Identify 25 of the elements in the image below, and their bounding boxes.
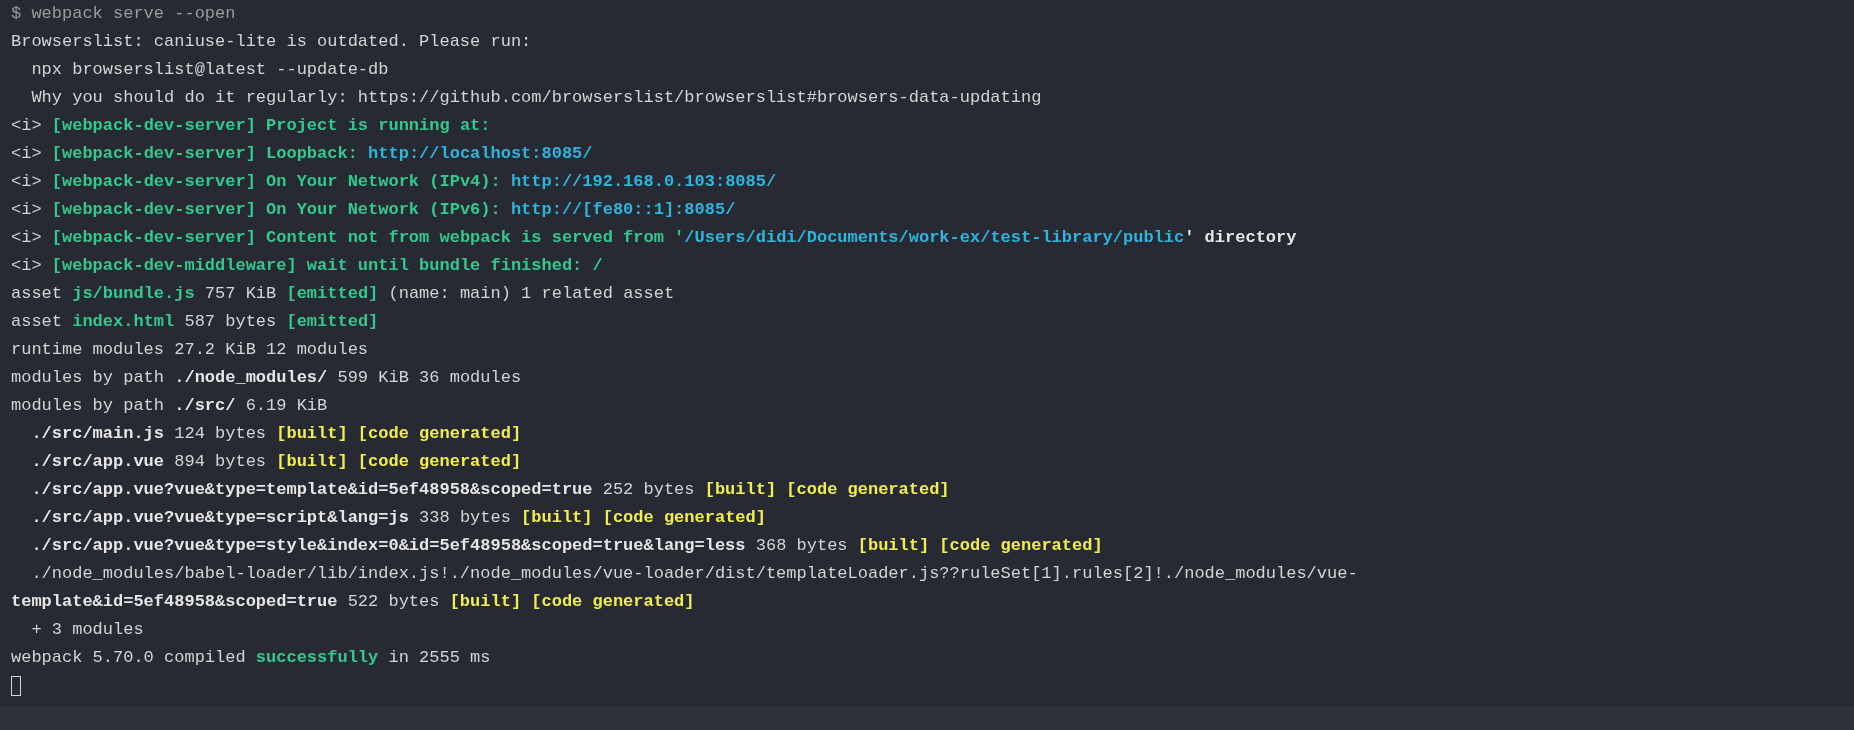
terminal-line: Browserslist: caniuse-lite is outdated. Please run: [11, 31, 533, 53]
terminal-line: Why you should do it regularly: https://github.com/browserslist/browserslist#browsers-data-updating [30, 87, 1043, 109]
terminal-line: npx browserslist@latest --update-db [30, 59, 390, 81]
terminal-line: + 3 modules [30, 619, 145, 641]
terminal-line: <i> [webpack-dev-server] Project is running at: [11, 115, 492, 137]
terminal-line: webpack 5.70.0 compiled successfully in 2555 ms [11, 647, 492, 669]
terminal-line: modules by path ./src/ 6.19 KiB [11, 395, 329, 417]
terminal-line: <i> [webpack-dev-server] Loopback: http://localhost:8085/ [11, 143, 594, 165]
terminal-line: ./src/main.js 124 bytes [built] [code generated] [30, 423, 523, 445]
terminal-line: modules by path ./node_modules/ 599 KiB 36 modules [11, 367, 523, 389]
cursor-icon [11, 676, 21, 696]
terminal-line: template&id=5ef48958&scoped=true 522 bytes [built] [code generated] [11, 591, 696, 613]
terminal-line: <i> [webpack-dev-server] On Your Network (IPv4): http://192.168.0.103:8085/ [11, 171, 778, 193]
terminal-line: ./src/app.vue?vue&type=style&index=0&id=5ef48958&scoped=true&lang=less 368 bytes [built] [code generated] [30, 535, 1104, 557]
terminal-line: ./node_modules/babel-loader/lib/index.js!./node_modules/vue-loader/dist/templateLoader.js??ruleSet[1].rules[2]!./node_modules/vue- [30, 563, 1359, 585]
terminal-line: asset js/bundle.js 757 KiB [emitted] (name: main) 1 related asset [11, 283, 676, 305]
terminal-line: <i> [webpack-dev-middleware] wait until bundle finished: / [11, 255, 604, 277]
terminal-line: ./src/app.vue 894 bytes [built] [code generated] [30, 451, 523, 473]
terminal-line: ./src/app.vue?vue&type=script&lang=js 338 bytes [built] [code generated] [30, 507, 767, 529]
terminal-line: <i> [webpack-dev-server] Content not from webpack is served from '/Users/didi/Documents/work-ex/test-library/public' directory [11, 227, 1298, 249]
terminal-line: <i> [webpack-dev-server] On Your Network (IPv6): http://[fe80::1]:8085/ [11, 199, 737, 221]
terminal-line: $ webpack serve --open [11, 3, 237, 25]
terminal-line: asset index.html 587 bytes [emitted] [11, 311, 380, 333]
terminal-line: ./src/app.vue?vue&type=template&id=5ef48958&scoped=true 252 bytes [built] [code generated] [30, 479, 951, 501]
terminal-line: runtime modules 27.2 KiB 12 modules [11, 339, 370, 361]
